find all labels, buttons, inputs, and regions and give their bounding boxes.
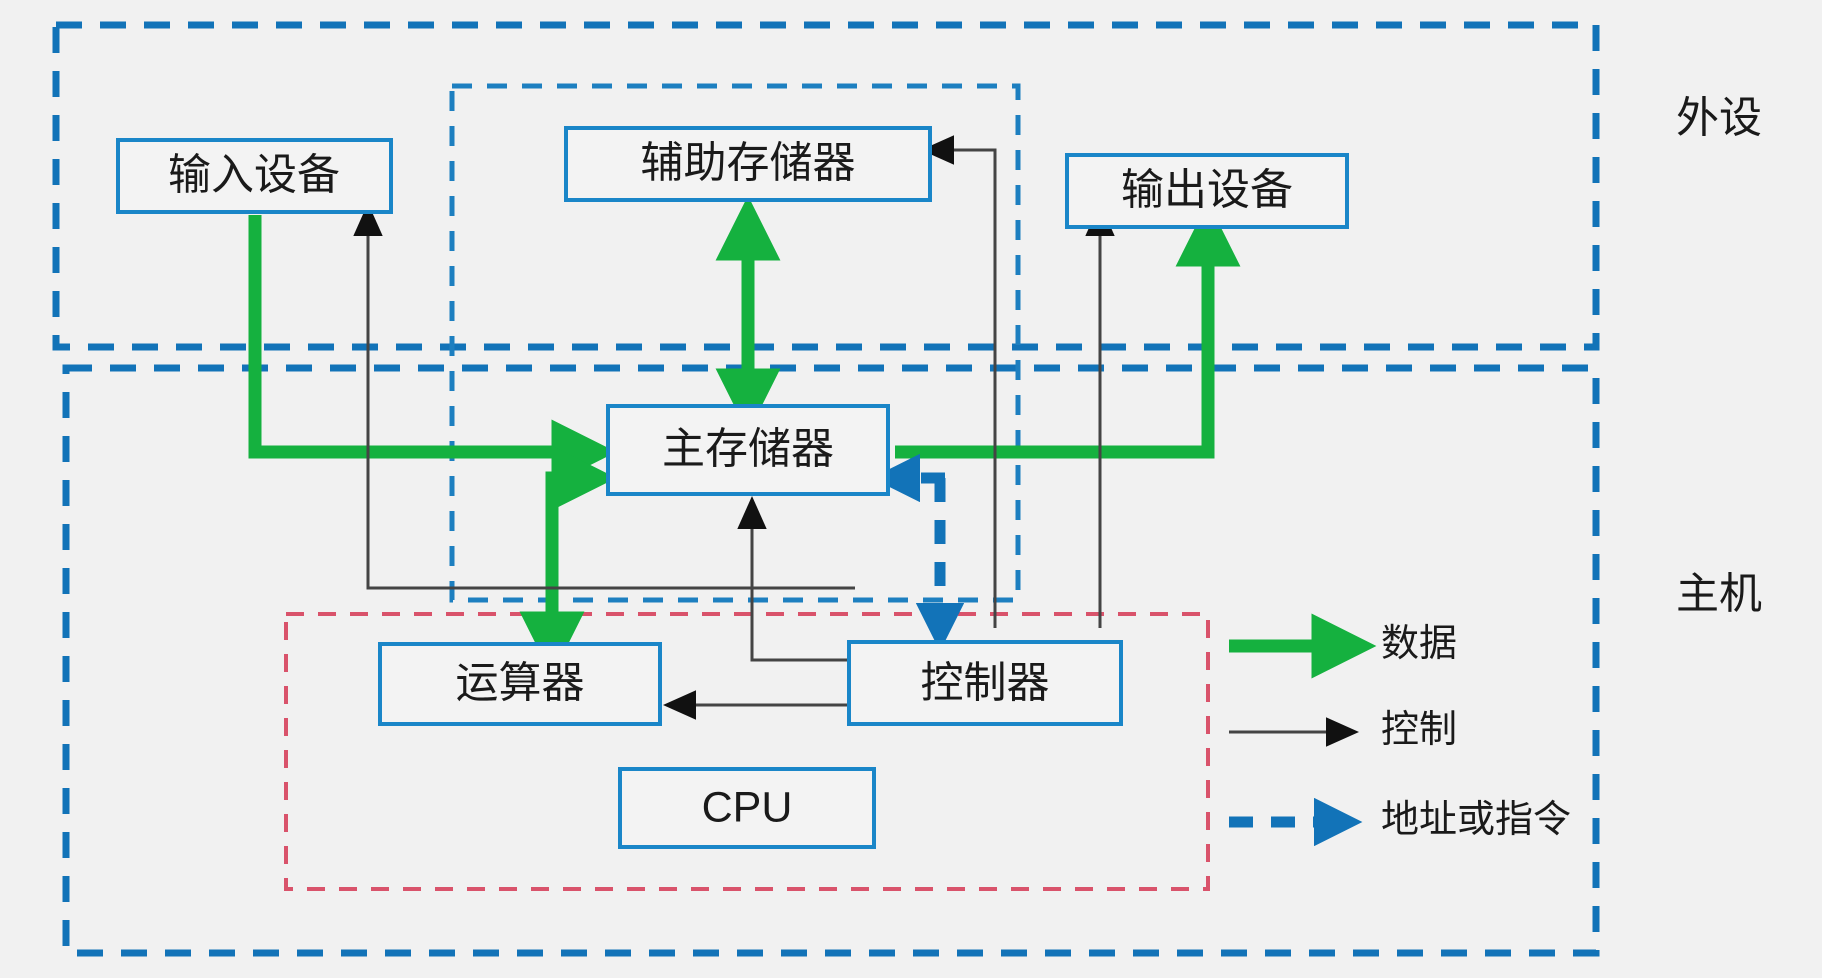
node-label-output-device: 输出设备: [1121, 166, 1293, 214]
legend-label-data: 数据: [1381, 623, 1457, 665]
node-label-alu: 运算器: [456, 659, 585, 707]
control-flow-controller-to-memory: [737, 496, 905, 662]
legend-item-data: 数据: [1229, 613, 1457, 679]
node-auxiliary-storage[interactable]: 辅助存储器: [564, 126, 932, 202]
zone-label-host: 主机: [1676, 570, 1762, 618]
node-label-input-device: 输入设备: [168, 151, 340, 199]
diagram-canvas: 输入设备 辅助存储器 输出设备 主存储器 运算器 控制器 CPU 外设 主机 数…: [0, 0, 1822, 978]
control-flow-controller-to-aux: [921, 135, 997, 628]
data-flow-input-to-memory: [248, 215, 617, 485]
zone-label-peripherals: 外设: [1676, 94, 1762, 142]
legend-item-control: 控制: [1229, 709, 1457, 751]
node-output-device[interactable]: 输出设备: [1065, 153, 1349, 229]
node-main-memory[interactable]: 主存储器: [606, 404, 890, 496]
legend-item-address: 地址或指令: [1229, 797, 1571, 847]
node-label-main-memory: 主存储器: [662, 425, 834, 473]
control-flow-controller-to-input: [353, 203, 855, 590]
node-input-device[interactable]: 输入设备: [116, 138, 393, 214]
node-controller[interactable]: 控制器: [847, 640, 1123, 726]
node-alu[interactable]: 运算器: [378, 642, 662, 726]
node-cpu[interactable]: CPU: [618, 767, 876, 849]
node-label-auxiliary-storage: 辅助存储器: [641, 139, 856, 187]
legend-label-address: 地址或指令: [1381, 799, 1571, 841]
node-label-controller: 控制器: [921, 659, 1050, 707]
legend-label-control: 控制: [1381, 709, 1457, 751]
architecture-diagram: 输入设备 辅助存储器 输出设备 主存储器 运算器 控制器 CPU 外设 主机 数…: [52, 21, 1762, 957]
node-label-cpu: CPU: [702, 783, 793, 831]
legend: 数据 控制 地址或指令: [1229, 613, 1571, 847]
